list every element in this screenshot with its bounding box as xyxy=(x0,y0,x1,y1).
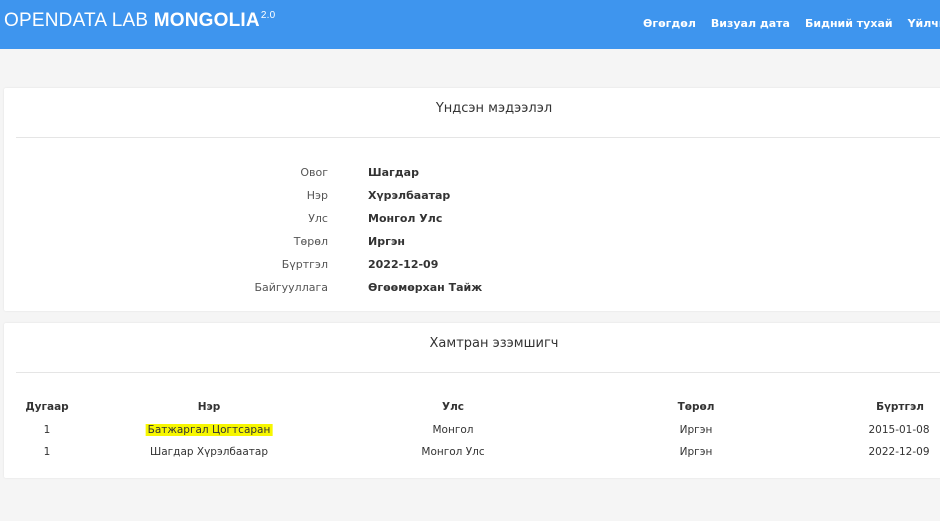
info-value: Хүрэлбаатар xyxy=(368,189,451,202)
nav-links: Өгөгдөл Визуал дата Бидний тухай Үйлчилг… xyxy=(643,17,940,30)
basic-info-divider xyxy=(16,137,940,138)
nav-link-visual-data[interactable]: Визуал дата xyxy=(711,17,790,30)
basic-info-card: Үндсэн мэдээлэл Овог Шагдар Нэр Хүрэлбаа… xyxy=(4,88,940,311)
info-row-country: Улс Монгол Улс xyxy=(4,212,604,232)
co-owners-divider xyxy=(16,372,940,373)
info-label: Улс xyxy=(308,212,328,225)
info-row-type: Төрөл Иргэн xyxy=(4,235,604,255)
info-label: Бүртгэл xyxy=(281,258,328,271)
table-row: 1 Шагдар Хүрэлбаатар Монгол Улс Иргэн 20… xyxy=(4,446,940,464)
cell-name-highlighted: Батжаргал Цогтсаран xyxy=(145,424,273,436)
info-row-organization: Байгууллага Өгөөмөрхан Тайж xyxy=(4,281,604,301)
column-header-type: Төрөл xyxy=(677,401,715,413)
top-navbar: OPENDATA LAB MONGOLIA2.0 Өгөгдөл Визуал … xyxy=(0,0,940,49)
cell-number: 1 xyxy=(43,424,51,436)
info-value: Иргэн xyxy=(368,235,405,248)
nav-link-data[interactable]: Өгөгдөл xyxy=(643,17,696,30)
cell-country: Монгол xyxy=(432,424,474,436)
brand-text-light: OPENDATA LAB xyxy=(4,10,154,31)
info-value: 2022-12-09 xyxy=(368,258,439,271)
co-owners-table-header: Дугаар Нэр Улс Төрөл Бүртгэл xyxy=(4,401,940,419)
cell-name: Шагдар Хүрэлбаатар xyxy=(150,446,268,458)
cell-registration: 2015-01-08 xyxy=(868,424,930,436)
brand-text-bold: MONGOLIA xyxy=(153,10,260,31)
column-header-number: Дугаар xyxy=(25,401,69,413)
info-value: Шагдар xyxy=(368,166,419,179)
info-row-name: Нэр Хүрэлбаатар xyxy=(4,189,604,209)
nav-link-services[interactable]: Үйлчилгээний нө xyxy=(908,17,940,30)
info-label: Овог xyxy=(300,166,328,179)
cell-number: 1 xyxy=(43,446,51,458)
co-owners-card: Хамтран эзэмшигч Дугаар Нэр Улс Төрөл Бү… xyxy=(4,323,940,478)
info-row-registration: Бүртгэл 2022-12-09 xyxy=(4,258,604,278)
nav-link-about[interactable]: Бидний тухай xyxy=(805,17,893,30)
info-value: Өгөөмөрхан Тайж xyxy=(368,281,483,294)
info-label: Нэр xyxy=(306,189,328,202)
info-label: Байгууллага xyxy=(254,281,328,294)
brand-version: 2.0 xyxy=(260,10,276,21)
cell-type: Иргэн xyxy=(679,424,713,436)
column-header-name: Нэр xyxy=(197,401,221,413)
cell-type: Иргэн xyxy=(679,446,713,458)
cell-country: Монгол Улс xyxy=(421,446,485,458)
cell-registration: 2022-12-09 xyxy=(868,446,930,458)
info-value: Монгол Улс xyxy=(368,212,443,225)
info-row-surname: Овог Шагдар xyxy=(4,166,604,186)
brand-logo[interactable]: OPENDATA LAB MONGOLIA2.0 xyxy=(4,10,275,32)
info-label: Төрөл xyxy=(293,235,328,248)
co-owners-title: Хамтран эзэмшигч xyxy=(429,336,559,351)
table-row: 1 Батжаргал Цогтсаран Монгол Иргэн 2015-… xyxy=(4,424,940,442)
basic-info-title: Үндсэн мэдээлэл xyxy=(435,101,553,116)
column-header-registration: Бүртгэл xyxy=(876,401,924,413)
column-header-country: Улс xyxy=(441,401,465,413)
